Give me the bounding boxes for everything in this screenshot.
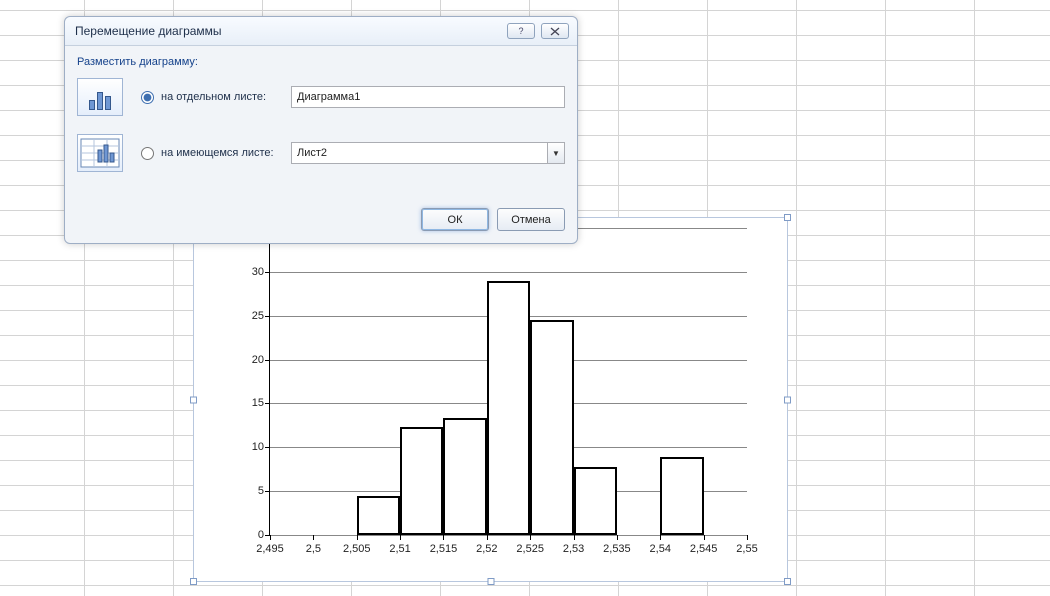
radio-new-sheet[interactable]: на отдельном листе: [141, 91, 281, 104]
x-tick-label: 2,515 [430, 543, 458, 555]
y-tick-label: 20 [252, 354, 264, 366]
x-tick-mark [443, 535, 444, 540]
resize-handle[interactable] [487, 578, 494, 585]
x-tick-label: 2,51 [389, 543, 410, 555]
gridline [270, 535, 747, 536]
x-tick-mark [530, 535, 531, 540]
histogram-bar [400, 427, 443, 535]
histogram-bar [487, 281, 530, 535]
resize-handle[interactable] [784, 396, 791, 403]
x-tick-mark [660, 535, 661, 540]
x-tick-mark [270, 535, 271, 540]
dialog-titlebar[interactable]: Перемещение диаграммы ? [65, 17, 577, 46]
dropdown-button[interactable]: ▼ [547, 142, 565, 164]
histogram-bar [660, 457, 703, 535]
y-tick-label: 30 [252, 266, 264, 278]
radio-existing-sheet-label: на имеющемся листе: [161, 147, 274, 159]
x-tick-mark [313, 535, 314, 540]
x-tick-mark [487, 535, 488, 540]
x-tick-label: 2,55 [736, 543, 757, 555]
resize-handle[interactable] [784, 578, 791, 585]
chart-object[interactable]: 051015202530352,4952,52,5052,512,5152,52… [193, 217, 788, 582]
radio-existing-sheet-input[interactable] [141, 147, 154, 160]
histogram-bar [357, 496, 400, 535]
x-tick-mark [747, 535, 748, 540]
x-tick-label: 2,495 [256, 543, 284, 555]
new-sheet-chart-icon [77, 78, 123, 116]
x-tick-label: 2,53 [563, 543, 584, 555]
histogram-bar [574, 467, 617, 535]
x-tick-mark [357, 535, 358, 540]
y-tick-label: 5 [258, 485, 264, 497]
radio-existing-sheet[interactable]: на имеющемся листе: [141, 147, 281, 160]
histogram-bar [530, 320, 573, 535]
close-icon [550, 27, 560, 36]
y-tick-label: 0 [258, 529, 264, 541]
resize-handle[interactable] [190, 578, 197, 585]
group-label: Разместить диаграмму: [77, 56, 565, 68]
new-sheet-name-input[interactable] [291, 86, 565, 108]
resize-handle[interactable] [784, 214, 791, 221]
option-row-existing-sheet: на имеющемся листе: ▼ [77, 134, 565, 172]
x-tick-label: 2,52 [476, 543, 497, 555]
x-tick-label: 2,525 [516, 543, 544, 555]
x-tick-label: 2,54 [650, 543, 671, 555]
resize-handle[interactable] [190, 396, 197, 403]
y-tick-label: 10 [252, 441, 264, 453]
radio-new-sheet-label: на отдельном листе: [161, 91, 266, 103]
y-tick-label: 15 [252, 397, 264, 409]
x-tick-mark [617, 535, 618, 540]
existing-sheet-combo[interactable]: ▼ [291, 142, 565, 164]
x-tick-label: 2,535 [603, 543, 631, 555]
x-tick-mark [400, 535, 401, 540]
x-tick-label: 2,545 [690, 543, 718, 555]
x-tick-mark [574, 535, 575, 540]
move-chart-dialog: Перемещение диаграммы ? Разместить диагр… [64, 16, 578, 244]
option-row-new-sheet: на отдельном листе: [77, 78, 565, 116]
x-tick-label: 2,5 [306, 543, 321, 555]
y-tick-label: 25 [252, 310, 264, 322]
existing-sheet-chart-icon [77, 134, 123, 172]
help-button[interactable]: ? [507, 23, 535, 39]
ok-button[interactable]: ОК [421, 208, 489, 231]
chevron-down-icon: ▼ [552, 149, 560, 158]
existing-sheet-input[interactable] [291, 142, 547, 164]
dialog-title: Перемещение диаграммы [75, 24, 222, 38]
x-tick-mark [704, 535, 705, 540]
close-button[interactable] [541, 23, 569, 39]
cancel-button[interactable]: Отмена [497, 208, 565, 231]
x-tick-label: 2,505 [343, 543, 371, 555]
radio-new-sheet-input[interactable] [141, 91, 154, 104]
histogram-bar [443, 418, 486, 535]
bars-layer [270, 228, 747, 535]
plot-area: 051015202530352,4952,52,5052,512,5152,52… [269, 228, 747, 536]
